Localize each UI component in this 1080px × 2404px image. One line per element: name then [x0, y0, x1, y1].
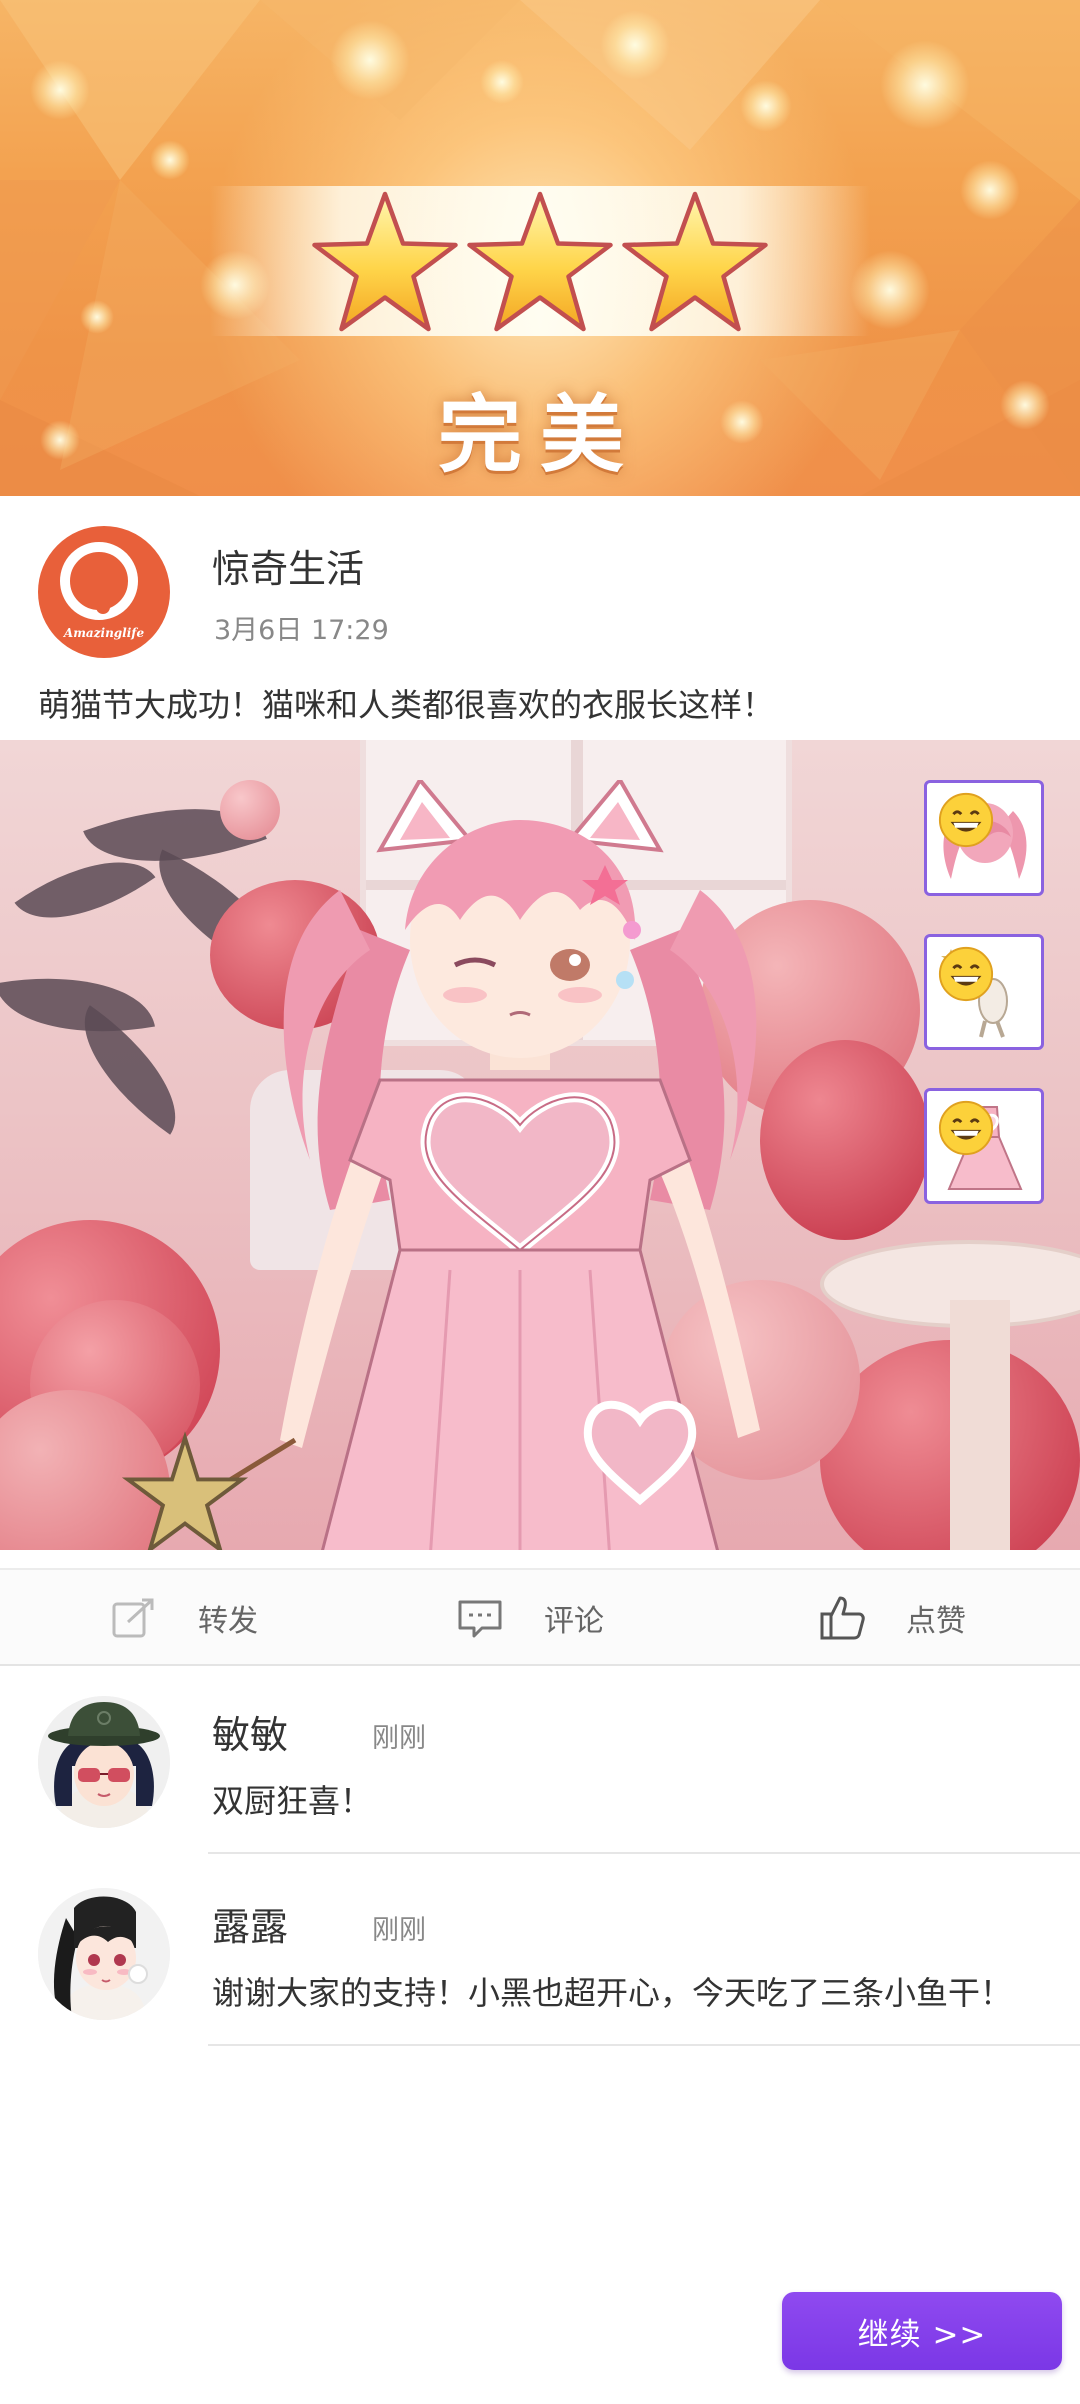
- grinning-emoji-icon: [938, 792, 994, 848]
- comment-divider: [208, 2044, 1080, 2046]
- result-banner: 完美: [0, 0, 1080, 496]
- avatar[interactable]: [38, 1888, 170, 2020]
- sparkle: [330, 20, 410, 100]
- continue-button[interactable]: 继续 >>: [782, 2292, 1062, 2370]
- commenter-avatar-minmin: [38, 1696, 170, 1828]
- share-icon: [112, 1598, 154, 1638]
- comment-label: 评论: [544, 1604, 604, 1639]
- like-label: 点赞: [906, 1604, 966, 1639]
- logo-brand-text: Amazinglife: [63, 626, 145, 640]
- post-image[interactable]: [0, 740, 1080, 1550]
- commenter-name[interactable]: 敏敏: [212, 1704, 288, 1759]
- commenter-name[interactable]: 露露: [212, 1896, 288, 1951]
- comment-time: 刚刚: [372, 1723, 426, 1754]
- forward-label: 转发: [198, 1604, 258, 1639]
- sparkle: [960, 160, 1020, 220]
- side-table-leg: [950, 1300, 1010, 1550]
- star-rating: [310, 188, 770, 348]
- comment-time: 刚刚: [372, 1915, 426, 1946]
- sparkle: [740, 80, 792, 132]
- star-icon: [622, 191, 768, 332]
- commenter-avatar-lulu: [38, 1888, 170, 2020]
- grinning-emoji-icon: [938, 946, 994, 1002]
- comment-divider: [208, 1852, 1080, 1854]
- comment-item: 露露 刚刚 谢谢大家的支持！小黑也超开心，今天吃了三条小鱼干！: [0, 1858, 1080, 2046]
- star-icon: [467, 191, 613, 332]
- character-illustration: [228, 780, 760, 1550]
- star-wand-icon: [121, 1431, 249, 1550]
- post-actions-bar: 转发 评论 点赞: [0, 1568, 1080, 1666]
- grinning-emoji-icon: [938, 1100, 994, 1156]
- sparkle: [600, 10, 670, 80]
- sparkle: [80, 300, 114, 334]
- comment-item: 敏敏 刚刚 双厨狂喜！: [0, 1666, 1080, 1854]
- comment-text: 谢谢大家的支持！小黑也超开心，今天吃了三条小鱼干！: [212, 1974, 1013, 2012]
- avatar[interactable]: [38, 1696, 170, 1828]
- post-text: 萌猫节大成功！猫咪和人类都很喜欢的衣服长这样！: [38, 686, 775, 724]
- item-card-pet[interactable]: [924, 934, 1044, 1050]
- item-card-hair[interactable]: [924, 780, 1044, 896]
- account-name[interactable]: 惊奇生活: [212, 538, 364, 593]
- sparkle: [480, 60, 524, 104]
- account-logo[interactable]: Amazinglife: [38, 526, 170, 658]
- sparkle: [30, 60, 90, 120]
- post-timestamp: 3月6日 17:29: [214, 615, 389, 646]
- comment-text: 双厨狂喜！: [212, 1782, 373, 1820]
- post-header: Amazinglife 惊奇生活 3月6日 17:29 萌猫节大成功！猫咪和人类…: [0, 496, 1080, 736]
- item-card-dress[interactable]: [924, 1088, 1044, 1204]
- plant-leaf: [0, 957, 155, 1053]
- star-icon: [312, 191, 458, 332]
- logo-dot: [96, 600, 110, 614]
- sparkle: [880, 40, 970, 130]
- comment-icon: [458, 1600, 502, 1638]
- thumbs-up-icon: [820, 1596, 865, 1640]
- rating-title: 完美: [437, 385, 642, 484]
- sparkle: [150, 140, 190, 180]
- forward-button[interactable]: 转发: [110, 1570, 258, 1666]
- comment-button[interactable]: 评论: [456, 1570, 604, 1666]
- like-button[interactable]: 点赞: [818, 1570, 966, 1666]
